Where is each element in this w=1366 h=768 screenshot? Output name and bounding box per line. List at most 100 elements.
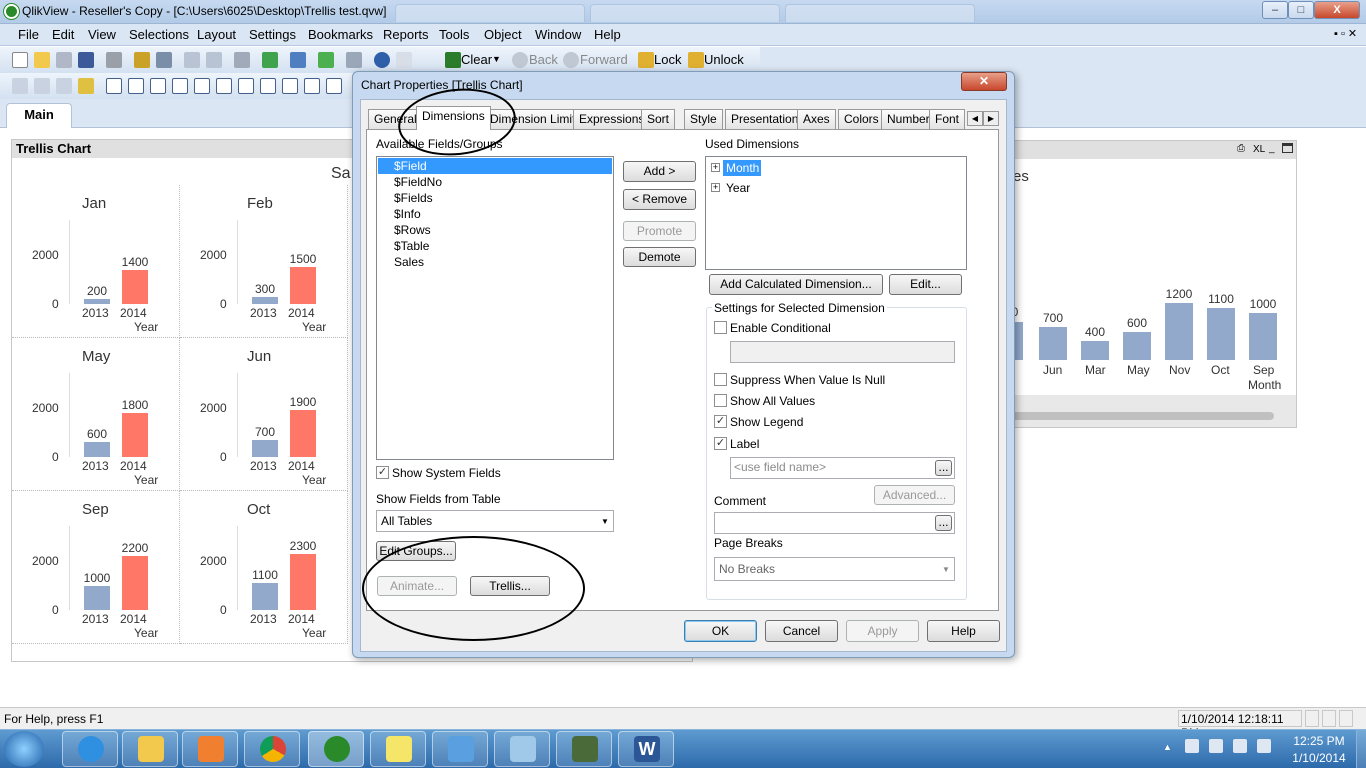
list-item[interactable]: $Rows (394, 223, 431, 237)
mdi-window-controls[interactable]: ▪ ▫ ✕ (1334, 27, 1357, 40)
show-all-values-checkbox[interactable] (714, 394, 727, 407)
forward-button[interactable]: Forward (580, 52, 628, 67)
apply-button[interactable]: Apply (846, 620, 919, 642)
suppress-null-checkbox[interactable] (714, 373, 727, 386)
taskbar-word[interactable]: W (618, 731, 674, 767)
bar-2014[interactable] (122, 412, 148, 457)
sheet-properties-icon[interactable] (78, 78, 94, 94)
print-icon[interactable]: ⎙ (1237, 143, 1245, 154)
menu-tools[interactable]: Tools (439, 27, 469, 42)
new-document-icon[interactable] (12, 52, 28, 68)
comment-input[interactable] (714, 512, 955, 534)
tab-scroll-right-icon[interactable]: ▶ (983, 111, 999, 126)
tab-number[interactable]: Number (881, 109, 936, 129)
taskbar-admin-app[interactable] (556, 731, 612, 767)
back-button[interactable]: Back (529, 52, 558, 67)
sheet-left-icon[interactable] (34, 78, 50, 94)
month-chart-scrollbar[interactable] (1011, 412, 1274, 420)
table-box-icon[interactable] (150, 78, 166, 94)
ok-button[interactable]: OK (684, 620, 757, 642)
bar-2014[interactable] (122, 556, 148, 610)
checkmark-icon[interactable] (262, 52, 278, 68)
flag-icon[interactable] (1185, 739, 1199, 753)
tab-style[interactable]: Style (684, 109, 723, 129)
list-item[interactable]: $Table (394, 239, 429, 253)
bar-2014[interactable] (290, 553, 316, 610)
comment-expression-button[interactable]: ... (935, 515, 952, 531)
close-window-button[interactable]: X (1314, 1, 1360, 19)
minimize-button[interactable]: – (1262, 1, 1288, 19)
tab-axes[interactable]: Axes (797, 109, 836, 129)
redo-icon[interactable] (206, 52, 222, 68)
menu-bookmarks[interactable]: Bookmarks (308, 27, 373, 42)
properties-icon[interactable] (346, 52, 362, 68)
multi-box-icon[interactable] (172, 78, 188, 94)
help-button[interactable]: Help (927, 620, 1000, 642)
list-item[interactable]: $Fields (394, 191, 433, 205)
input-box-icon[interactable] (216, 78, 232, 94)
show-hidden-icons[interactable]: ▲ (1163, 742, 1172, 752)
current-selections-icon[interactable] (238, 78, 254, 94)
text-object-icon[interactable] (282, 78, 298, 94)
chart-wizard-icon[interactable] (290, 52, 306, 68)
promote-button[interactable]: Promote (623, 221, 696, 241)
show-system-fields-checkbox[interactable]: ✓ (376, 466, 389, 479)
taskbar-chrome[interactable] (244, 731, 300, 767)
forward-icon[interactable] (563, 52, 579, 68)
list-item[interactable]: $Field (394, 159, 427, 173)
bar-Sep[interactable] (1249, 312, 1277, 360)
cancel-button[interactable]: Cancel (765, 620, 838, 642)
list-item[interactable]: $FieldNo (394, 175, 442, 189)
search-icon[interactable] (234, 52, 250, 68)
edit-script-icon[interactable] (134, 52, 150, 68)
demote-button[interactable]: Demote (623, 247, 696, 267)
used-dimension-item[interactable]: Year (726, 181, 750, 195)
open-folder-icon[interactable] (34, 52, 50, 68)
menu-window[interactable]: Window (535, 27, 581, 42)
bar-2013[interactable] (252, 439, 278, 457)
help-icon[interactable] (374, 52, 390, 68)
lock-icon[interactable] (638, 52, 654, 68)
network-status-icon[interactable] (1233, 739, 1247, 753)
add-calculated-dimension-button[interactable]: Add Calculated Dimension... (709, 274, 883, 295)
expand-icon[interactable]: + (711, 163, 720, 172)
label-expression-button[interactable]: ... (935, 460, 952, 476)
menu-selections[interactable]: Selections (129, 27, 189, 42)
expand-icon[interactable]: + (711, 183, 720, 192)
tab-sort[interactable]: Sort (641, 109, 676, 129)
reload-icon[interactable] (56, 52, 72, 68)
label-checkbox[interactable]: ✓ (714, 437, 727, 450)
back-icon[interactable] (512, 52, 528, 68)
bar-2014[interactable] (290, 410, 316, 457)
print-icon[interactable] (106, 52, 122, 68)
menu-help[interactable]: Help (594, 27, 621, 42)
taskbar-internet-explorer[interactable] (62, 731, 118, 767)
new-sheet-object-icon[interactable] (12, 78, 28, 94)
bar-Nov[interactable] (1165, 303, 1193, 360)
bar-2014[interactable] (122, 269, 148, 304)
bar-2013[interactable] (84, 585, 110, 610)
dialog-close-button[interactable]: ✕ (961, 72, 1007, 91)
list-item[interactable]: $Info (394, 207, 421, 221)
save-icon[interactable] (78, 52, 94, 68)
menu-settings[interactable]: Settings (249, 27, 296, 42)
unlock-icon[interactable] (688, 52, 704, 68)
conditional-expression-field[interactable] (730, 341, 955, 363)
sheet-right-icon[interactable] (56, 78, 72, 94)
bar-2013[interactable] (84, 299, 110, 304)
tab-main[interactable]: Main (6, 103, 72, 128)
bar-2013[interactable] (252, 583, 278, 610)
menu-edit[interactable]: Edit (52, 27, 74, 42)
volume-icon[interactable] (1257, 739, 1271, 753)
bar-Jun[interactable] (1039, 326, 1067, 360)
menu-layout[interactable]: Layout (197, 27, 236, 42)
clear-button[interactable]: Clear (461, 52, 492, 67)
undo-icon[interactable] (184, 52, 200, 68)
unlock-button[interactable]: Unlock (704, 52, 744, 67)
list-item[interactable]: Sales (394, 255, 424, 269)
button-object-icon[interactable] (260, 78, 276, 94)
menu-object[interactable]: Object (484, 27, 522, 42)
tab-expressions[interactable]: Expressions (573, 109, 651, 129)
menu-view[interactable]: View (88, 27, 116, 42)
taskbar-qlikview[interactable] (308, 731, 364, 767)
